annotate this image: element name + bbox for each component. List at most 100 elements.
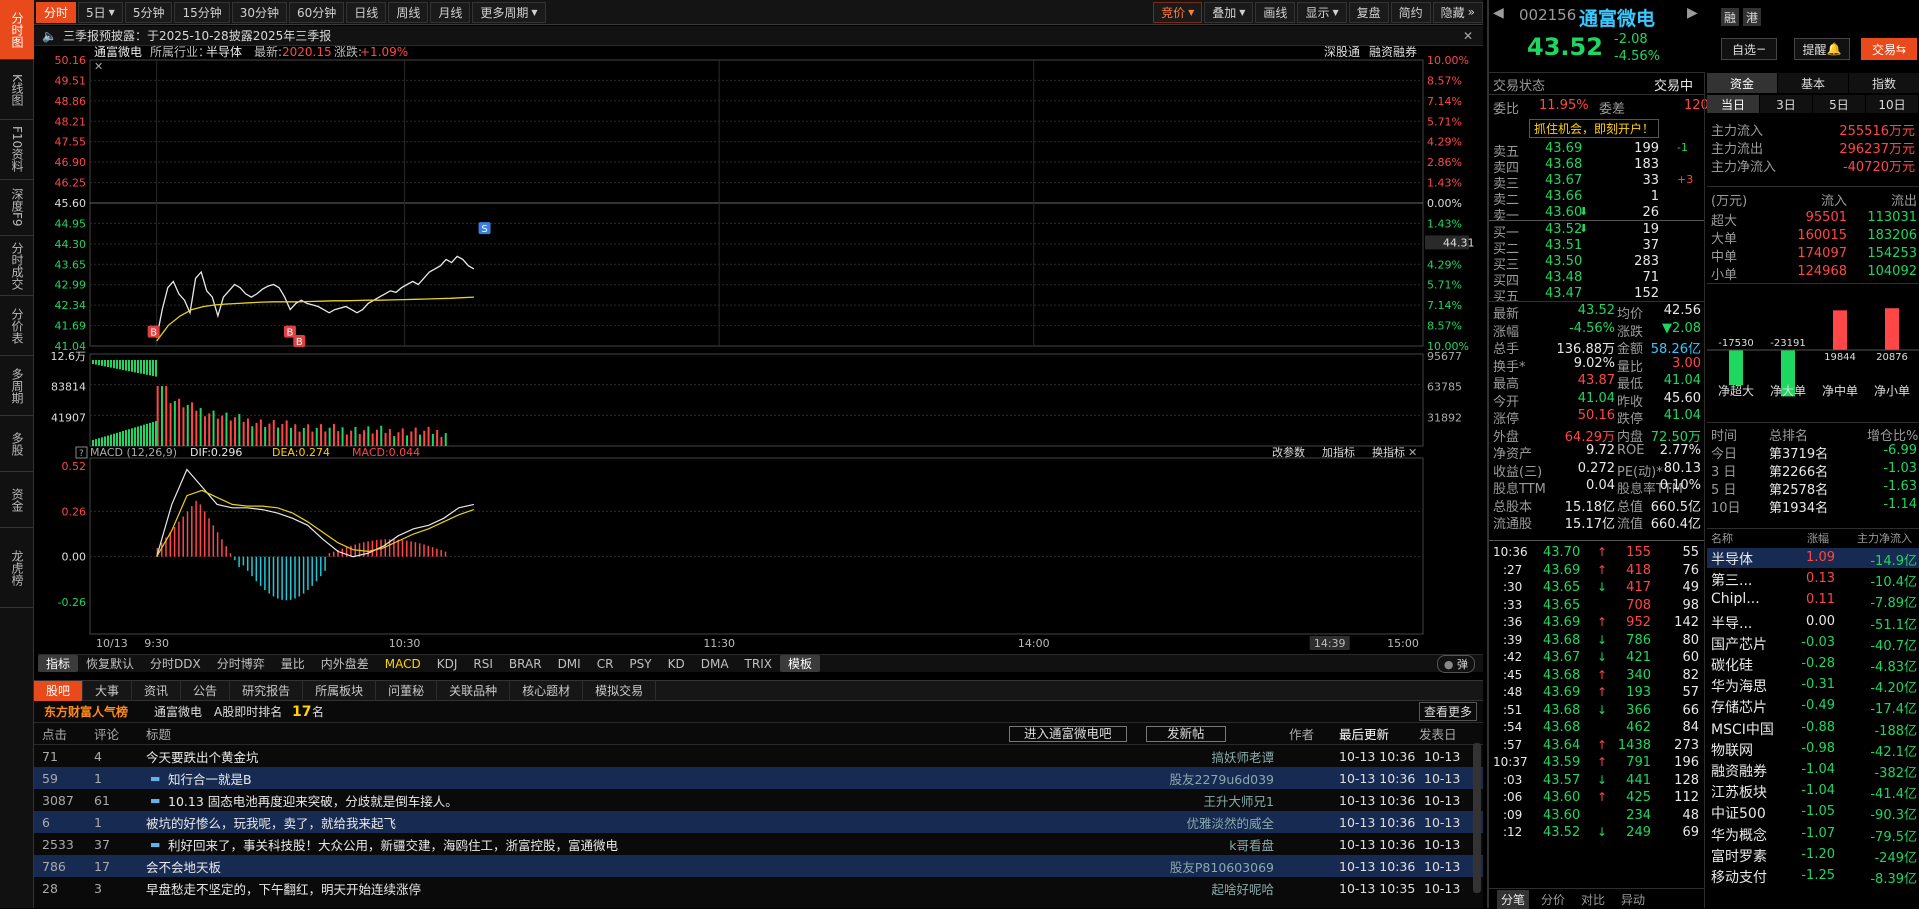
news-tab-0[interactable]: 股吧 [34, 680, 84, 701]
indicator-tab-1[interactable]: 恢复默认 [78, 655, 142, 672]
sector-row[interactable]: 融资融券 -1.04 -382亿 [1707, 760, 1919, 781]
sector-row[interactable]: 移动支付 -1.25 -8.39亿 [1707, 866, 1919, 887]
period-1[interactable]: 5日 ▼ [78, 1, 123, 23]
prev-stock-icon[interactable]: ◀ [1493, 5, 1504, 21]
news-row[interactable]: 59 1 知行合一就是B 股友2279u6d039 10-13 10:36 10-13 ▬ [34, 767, 1483, 789]
news-tab-3[interactable]: 公告 [181, 680, 231, 701]
indicator-tab-15[interactable]: TRIX [737, 657, 780, 671]
indicator-tab-11[interactable]: CR [589, 657, 622, 671]
vtab-7[interactable]: 多股 [0, 416, 34, 472]
badge-btn_gang[interactable]: 港 [1743, 8, 1761, 26]
period-7[interactable]: 周线 [388, 1, 429, 23]
macd-link-2[interactable]: 换指标 [1372, 445, 1405, 459]
fund-tab-2[interactable]: 指数 [1849, 73, 1919, 93]
news-scrollbar[interactable] [1473, 743, 1481, 893]
news-cell-2[interactable]: 利好回来了，事关科技股！大众公用，新疆交建，海鸥住工，浙富控股，富通微电 [146, 835, 618, 854]
news-cell-2[interactable]: 早盘愁走不坚定的，下午翻红，明天开始连续涨停 [146, 879, 421, 898]
alert-button[interactable]: 提醒 🔔 [1794, 38, 1850, 60]
period-tab-2[interactable]: 5日 [1813, 95, 1865, 113]
news-cell-2[interactable]: 今天要跌出个黄金坑 [146, 747, 259, 766]
sector-row[interactable]: 碳化硅 -0.28 -4.83亿 [1707, 654, 1919, 675]
macd-close-icon[interactable]: ✕ [1408, 446, 1417, 459]
indicator-tab-0[interactable]: 指标 [38, 655, 79, 672]
news-cell-2[interactable]: 10.13 固态电池再度迎来突破，分歧就是倒车接人。 [146, 791, 458, 810]
vtab-5[interactable]: 分价表 [0, 296, 34, 356]
sector-row[interactable]: 中证500 -1.05 -90.3亿 [1707, 802, 1919, 823]
period-0[interactable]: 分时 [36, 1, 77, 23]
sector-row[interactable]: Chipl... 0.11 -7.89亿 [1707, 590, 1919, 611]
indicator-tab-14[interactable]: DMA [693, 657, 737, 671]
tool-3[interactable]: 显示 ▼ [1297, 1, 1347, 23]
period-2[interactable]: 5分钟 [124, 1, 173, 23]
promo-link[interactable]: 抓住机会，即刻开户！ [1529, 119, 1660, 138]
sector-row[interactable]: 物联网 -0.98 -42.1亿 [1707, 739, 1919, 760]
period-9[interactable]: 更多周期 ▼ [472, 1, 546, 23]
bottom-tab-3[interactable]: 异动 [1617, 890, 1649, 909]
bottom-tab-1[interactable]: 分价 [1537, 890, 1569, 909]
news-col-4[interactable]: 最后更新 [1339, 724, 1389, 743]
tool-4[interactable]: 复盘 [1348, 1, 1389, 23]
trade-marker-3[interactable]: S [478, 222, 491, 235]
period-3[interactable]: 15分钟 [174, 1, 230, 23]
tool-5[interactable]: 简约 [1390, 1, 1431, 23]
news-row[interactable]: 3087 61 10.13 固态电池再度迎来突破，分歧就是倒车接人。 王升大师兄1 10… [34, 789, 1483, 811]
vtab-3[interactable]: 深度F9 [0, 180, 34, 236]
popup-toggle[interactable]: ● 弹 [1436, 654, 1475, 673]
sector-row[interactable]: 半导... 0.00 -51.1亿 [1707, 612, 1919, 633]
indicator-tab-3[interactable]: 分时博弈 [209, 655, 273, 672]
period-tab-0[interactable]: 当日 [1707, 95, 1759, 113]
indicator-tab-10[interactable]: DMI [550, 657, 589, 671]
trade-marker-0[interactable]: B [147, 325, 160, 339]
close-icon[interactable]: ✕ [1463, 29, 1473, 43]
vtab-9[interactable]: 龙虎榜 [0, 528, 34, 608]
news-row[interactable]: 71 4 今天要跌出个黄金坑 搞妖师老谭 10-13 10:36 10-13 [34, 745, 1483, 767]
period-6[interactable]: 日线 [346, 1, 387, 23]
fund-tab-0[interactable]: 资金 [1707, 73, 1777, 93]
news-cell-2[interactable]: 会不会地天板 [146, 857, 221, 876]
sector-row[interactable]: 半导体 1.09 -14.9亿 [1707, 548, 1919, 569]
news-tab-6[interactable]: 问董秘 [376, 680, 438, 701]
view-more-button[interactable]: 查看更多 [1418, 702, 1477, 721]
watchlist-button[interactable]: 自选 − [1721, 38, 1777, 60]
indicator-tab-12[interactable]: PSY [621, 657, 659, 671]
sector-row[interactable]: 国产芯片 -0.03 -40.7亿 [1707, 633, 1919, 654]
news-tab-8[interactable]: 核心题材 [510, 680, 584, 701]
news-cell-2[interactable]: 被坑的好惨么，玩我呢，卖了，就给我来起飞 [146, 813, 396, 832]
vtab-2[interactable]: F10资料 [0, 120, 34, 180]
indicator-tab-2[interactable]: 分时DDX [142, 655, 209, 672]
vtab-4[interactable]: 分时成交 [0, 236, 34, 296]
sector-row[interactable]: 存储芯片 -0.49 -17.4亿 [1707, 696, 1919, 717]
trade-button[interactable]: 交易 ⇆ [1861, 38, 1917, 60]
macd-link-1[interactable]: 加指标 [1322, 445, 1355, 459]
indicator-tab-16[interactable]: 模板 [779, 655, 820, 672]
sector-row[interactable]: 富时罗素 -1.20 -249亿 [1707, 845, 1919, 866]
link-hk-connect[interactable]: 深股通 [1324, 46, 1360, 59]
tool-1[interactable]: 叠加 ▼ [1204, 1, 1254, 23]
indicator-tab-8[interactable]: RSI [465, 657, 501, 671]
news-tab-4[interactable]: 研究报告 [230, 680, 304, 701]
news-tab-7[interactable]: 关联品种 [437, 680, 511, 701]
enter-bar-button[interactable]: 进入通富微电吧 [1009, 725, 1127, 742]
next-stock-icon[interactable]: ▶ [1687, 5, 1698, 21]
indicator-tab-6[interactable]: MACD [377, 657, 429, 671]
bottom-tab-0[interactable]: 分笔 [1497, 890, 1530, 909]
news-row[interactable]: 786 17 会不会地天板 股友P810603069 10-13 10:36 10-13 [34, 855, 1483, 877]
news-tab-5[interactable]: 所属板块 [303, 680, 377, 701]
vtab-1[interactable]: K线图 [0, 60, 34, 120]
vtab-8[interactable]: 资金 [0, 472, 34, 528]
intraday-chart[interactable]: 通富微电 所属行业：半导体 最新: 2020.15 涨跌:+1.09% 深股通 融资融券 50… [34, 46, 1483, 654]
sector-row[interactable]: 第三... 0.13 -10.4亿 [1707, 569, 1919, 590]
period-tab-3[interactable]: 10日 [1866, 95, 1918, 113]
tool-6[interactable]: 隐藏» [1432, 1, 1483, 23]
badge-btn_rong[interactable]: 融 [1721, 8, 1739, 26]
chart-close-icon[interactable]: ✕ [94, 60, 103, 73]
bottom-tab-2[interactable]: 对比 [1577, 890, 1609, 909]
period-tab-1[interactable]: 3日 [1760, 95, 1812, 113]
sector-row[interactable]: 华为概念 -1.07 -79.5亿 [1707, 824, 1919, 845]
vtab-6[interactable]: 多周期 [0, 356, 34, 416]
period-5[interactable]: 60分钟 [289, 1, 345, 23]
news-col-5[interactable]: 发表日 [1419, 724, 1457, 743]
sector-row[interactable]: 江苏板块 -1.04 -41.4亿 [1707, 781, 1919, 802]
trade-marker-2[interactable]: B [293, 334, 306, 348]
indicator-tab-9[interactable]: BRAR [501, 657, 550, 671]
